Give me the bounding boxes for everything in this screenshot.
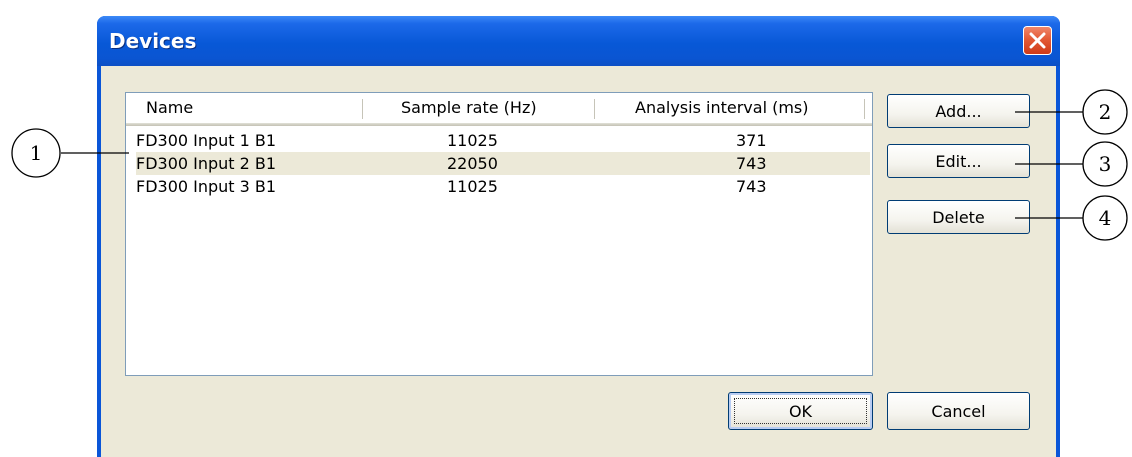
- callout-number-4: 4: [1098, 206, 1112, 230]
- callout-number-1: 1: [29, 141, 43, 165]
- callout-lines: [11, 89, 1128, 241]
- callout-number-2: 2: [1098, 100, 1112, 124]
- callout-number-3: 3: [1098, 152, 1112, 176]
